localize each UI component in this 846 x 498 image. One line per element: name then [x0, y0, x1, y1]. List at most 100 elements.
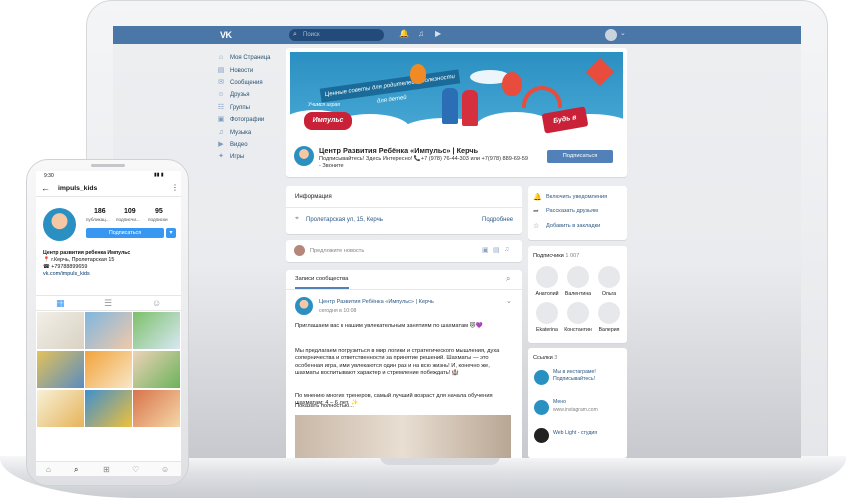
profile-icon[interactable]: ☺ [161, 465, 169, 474]
action-bookmark[interactable]: Добавить в закладки [546, 223, 600, 229]
subscriber-name[interactable]: Валерия [589, 327, 629, 333]
post-thumbnail[interactable] [37, 351, 84, 388]
post-author-avatar[interactable] [295, 297, 313, 315]
post-thumbnail[interactable] [85, 351, 132, 388]
post-show-more[interactable]: Показать полностью... [295, 403, 513, 410]
post-thumbnail[interactable] [85, 312, 132, 349]
subscriber-avatar[interactable] [567, 302, 589, 324]
sidebar-item-messages[interactable]: ✉ Сообщения [217, 77, 287, 89]
search-icon[interactable]: ⌕ [74, 465, 78, 475]
back-arrow-icon[interactable]: ← [41, 183, 50, 193]
search-input[interactable]: ⌕ Поиск [289, 29, 384, 41]
sidebar-item-my-page[interactable]: ⌂ Моя Страница [217, 52, 287, 64]
video-icon[interactable]: ▤ [493, 246, 500, 254]
subscribe-button[interactable]: Подписаться [547, 150, 613, 163]
follow-button[interactable]: Подписаться [86, 228, 164, 238]
messages-icon: ✉ [218, 78, 224, 86]
star-icon: ☆ [533, 223, 540, 230]
home-icon: ⌂ [218, 54, 224, 62]
video-icon: ▶ [218, 140, 224, 148]
post-time[interactable]: сегодня в 10:08 [319, 308, 356, 314]
divider [36, 295, 181, 296]
link-thumb[interactable] [534, 370, 549, 385]
info-title: Информация [295, 194, 332, 200]
post-thumbnail[interactable] [37, 390, 84, 427]
home-icon[interactable]: ⌂ [46, 465, 51, 474]
suggest-news-card[interactable]: Предложите новость ▣ ▤ ♫ [286, 240, 522, 262]
subscribers-count: 1 007 [565, 253, 580, 259]
link-thumb[interactable] [534, 428, 549, 443]
profile-username: impuls_kids [58, 185, 98, 192]
subscriber-avatar[interactable] [536, 302, 558, 324]
action-notify[interactable]: Включить уведомления [546, 194, 607, 200]
play-icon[interactable]: ▶ [435, 29, 441, 38]
post-author[interactable]: Центр Развития Ребёнка «Импульс» | Керчь [319, 299, 434, 305]
chevron-down-icon[interactable]: ⌄ [620, 29, 626, 37]
info-card: Информация ⌖ Пролетарская ул, 15, Керчь … [286, 186, 522, 234]
info-more-link[interactable]: Подробнее [482, 217, 513, 223]
post-thumbnail[interactable] [133, 390, 180, 427]
group-avatar[interactable] [294, 146, 314, 166]
sidebar-item-games[interactable]: ✦ Игры [217, 151, 287, 163]
chevron-down-icon[interactable]: ▾ [166, 228, 176, 238]
chevron-down-icon[interactable]: ⌄ [506, 297, 512, 305]
sidebar-item-music[interactable]: ♫ Музыка [217, 126, 287, 138]
subscriber-avatar[interactable] [536, 266, 558, 288]
grid-view-icon[interactable]: ▦ [56, 298, 65, 309]
more-options-icon[interactable]: ⋮ [171, 183, 179, 192]
post-thumbnail[interactable] [85, 390, 132, 427]
sidebar-item-photos[interactable]: ▣ Фотографии [217, 114, 287, 126]
kite-illustration [585, 57, 615, 87]
link-title[interactable]: Мы в инстаграме! Подписывайтесь! [553, 369, 625, 382]
post-thumbnail[interactable] [133, 312, 180, 349]
sidebar-item-label: Фотографии [230, 117, 265, 124]
add-post-icon[interactable]: ⊞ [103, 465, 110, 474]
subscribers-title-text: Подписчики [533, 253, 564, 259]
cover-ribbon: Ценные советы для родителей и полезности… [319, 69, 461, 105]
music-icon[interactable]: ♫ [418, 29, 424, 38]
status-icons: ▮▮ ▮ [154, 172, 164, 178]
camera-icon[interactable]: ▣ [482, 246, 489, 254]
rainbow-illustration [522, 86, 562, 108]
heart-icon[interactable]: ♡ [132, 465, 139, 474]
cover-boy-illustration [442, 88, 458, 124]
divider [286, 289, 522, 290]
avatar[interactable] [605, 29, 617, 41]
tab-wall-posts[interactable]: Записи сообщества [295, 276, 348, 282]
laptop-screen: VK ⌕ Поиск 🔔 ♫ ▶ ⌄ ⌂ Моя Страница ▤ Новост… [113, 26, 801, 458]
search-icon: ⌕ [293, 31, 297, 38]
sidebar-item-label: Группы [230, 104, 250, 111]
post-thumbnail[interactable] [37, 312, 84, 349]
sidebar-item-label: Игры [230, 154, 245, 161]
status-time: 9:30 [44, 173, 54, 179]
post-image[interactable] [295, 415, 511, 458]
tagged-icon[interactable]: ☺ [152, 298, 161, 308]
link-title[interactable]: Мено [553, 399, 566, 405]
avatar [294, 245, 305, 256]
search-icon[interactable]: ⌕ [506, 274, 510, 284]
sidebar-item-label: Сообщения [230, 79, 263, 86]
link-title[interactable]: Web Light - студия [553, 430, 597, 436]
post-thumbnail[interactable] [133, 351, 180, 388]
subscriber-avatar[interactable] [598, 302, 620, 324]
sidebar-item-label: Моя Страница [230, 55, 271, 62]
subscriber-avatar[interactable] [567, 266, 589, 288]
sidebar-item-news[interactable]: ▤ Новости [217, 64, 287, 76]
bell-icon[interactable]: 🔔 [399, 29, 409, 38]
action-share[interactable]: Рассказать друзьям [546, 208, 598, 214]
subscriber-avatar[interactable] [598, 266, 620, 288]
info-address[interactable]: Пролетарская ул, 15, Керчь [306, 217, 383, 223]
sidebar-item-video[interactable]: ▶ Видео [217, 139, 287, 151]
share-icon: ➦ [533, 208, 539, 215]
link-thumb[interactable] [534, 400, 549, 415]
music-icon[interactable]: ♫ [504, 246, 509, 253]
divider [36, 196, 181, 197]
bio-link[interactable]: vk.com/impuls_kids [43, 271, 90, 277]
vk-logo[interactable]: VK [220, 30, 232, 40]
profile-avatar[interactable] [43, 208, 76, 241]
sidebar-item-groups[interactable]: ☷ Группы [217, 102, 287, 114]
sidebar-item-friends[interactable]: ☺ Друзья [217, 89, 287, 101]
list-view-icon[interactable]: ☰ [104, 298, 112, 309]
suggest-news-input[interactable]: Предложите новость [310, 248, 364, 254]
subscriber-name[interactable]: Ольга [589, 291, 629, 297]
